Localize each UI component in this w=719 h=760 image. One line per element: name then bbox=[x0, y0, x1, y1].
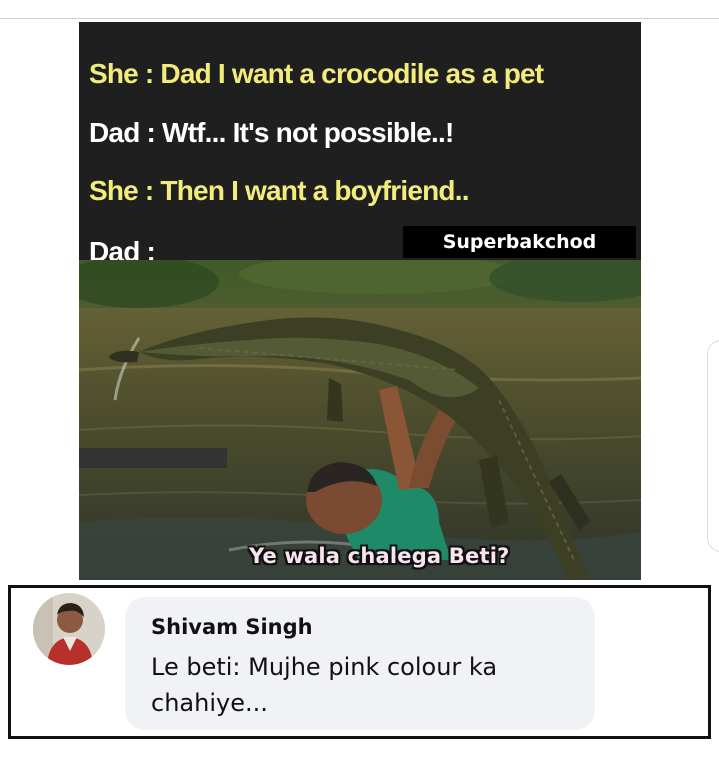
crocodile-photo bbox=[79, 260, 641, 580]
avatar[interactable] bbox=[33, 593, 105, 665]
comment-card: Shivam Singh Le beti: Mujhe pink colour … bbox=[8, 585, 711, 739]
meme-image: She : Dad I want a crocodile as a pet Da… bbox=[79, 22, 641, 580]
meme-caption: Ye wala chalega Beti? bbox=[249, 544, 510, 568]
comment-bubble: Shivam Singh Le beti: Mujhe pink colour … bbox=[125, 597, 595, 730]
meme-line-2: Dad : Wtf... It's not possible..! bbox=[89, 117, 454, 148]
comment-author[interactable]: Shivam Singh bbox=[151, 615, 313, 639]
meme-line-1: She : Dad I want a crocodile as a pet bbox=[89, 58, 544, 89]
meme-line-3: She : Then I want a boyfriend.. bbox=[89, 175, 469, 206]
top-divider bbox=[0, 18, 719, 19]
user-avatar-icon bbox=[33, 593, 105, 665]
watermark-label: Superbakchod bbox=[403, 226, 636, 258]
meme-dialogue-panel: She : Dad I want a crocodile as a pet Da… bbox=[79, 22, 641, 267]
comment-text: Le beti: Mujhe pink colour ka chahiye... bbox=[151, 653, 498, 717]
adjacent-card-edge bbox=[707, 340, 719, 552]
